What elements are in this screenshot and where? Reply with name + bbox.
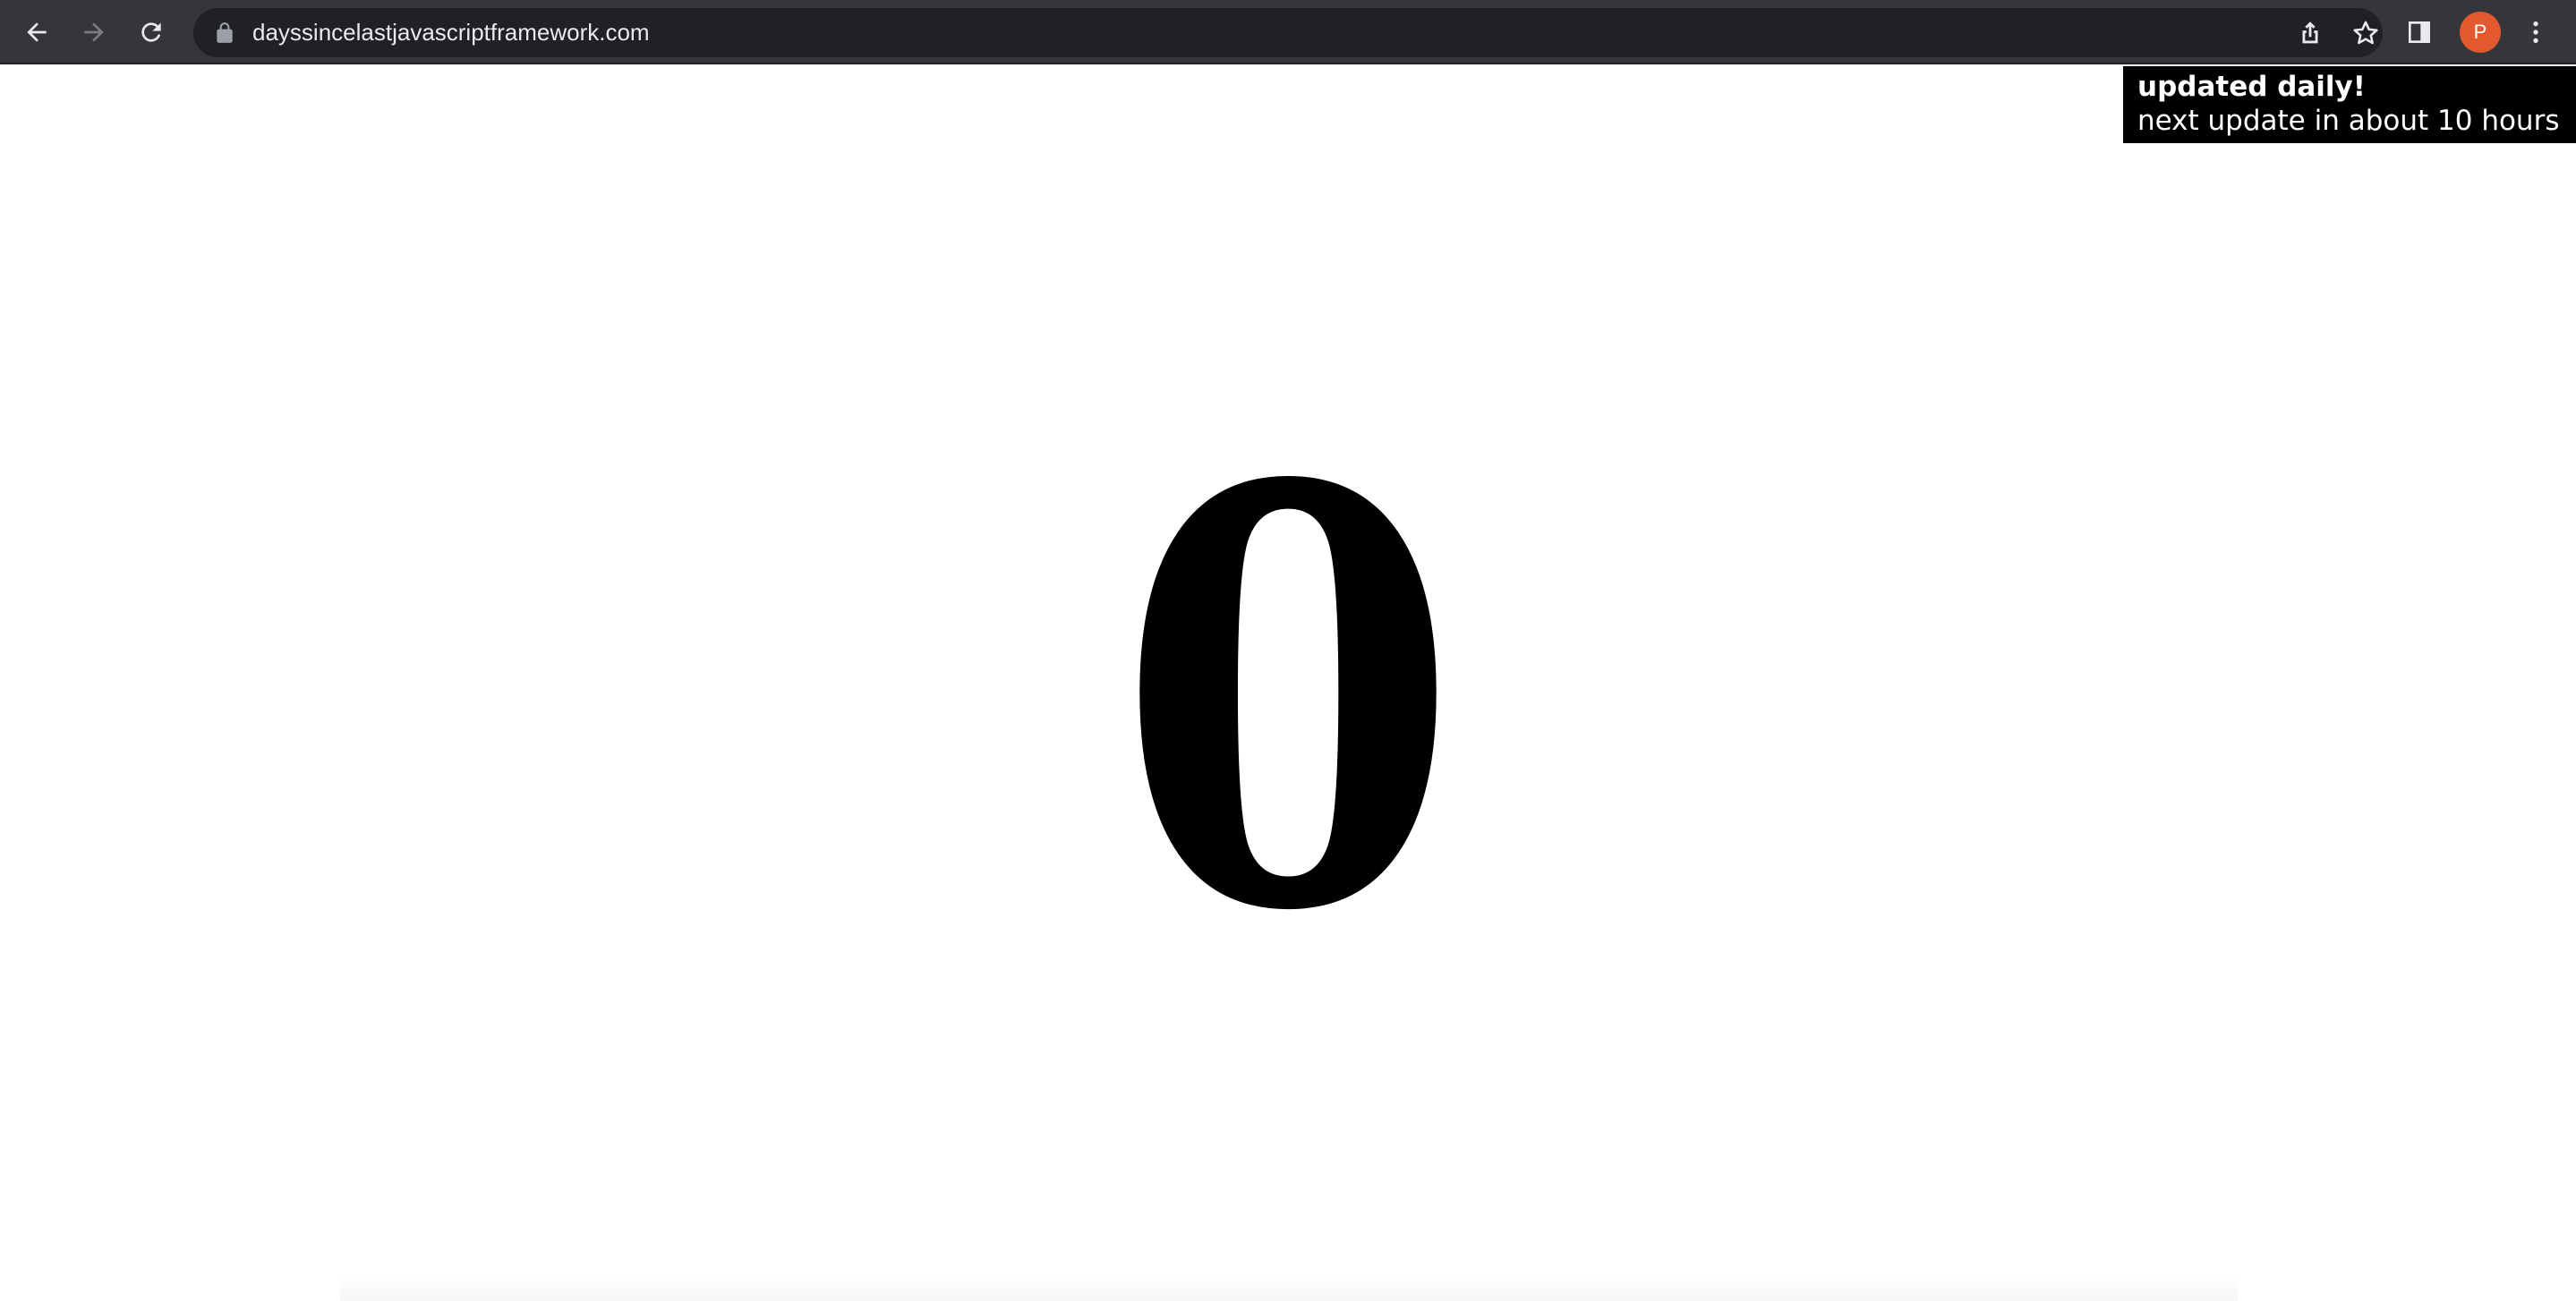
arrow-left-icon (27, 22, 47, 42)
side-panel-button[interactable] (2397, 10, 2442, 55)
notice-title: updated daily! (2137, 71, 2366, 103)
menu-button[interactable] (2513, 10, 2558, 55)
star-icon[interactable] (2350, 18, 2381, 48)
update-notice: updated daily! next update in about 10 h… (2123, 66, 2576, 143)
days-counter: 0 (1116, 363, 1460, 1036)
reload-button[interactable] (129, 10, 174, 55)
arrow-right-icon (84, 22, 104, 42)
back-button[interactable] (14, 10, 59, 55)
profile-avatar[interactable]: P (2460, 12, 2501, 53)
address-bar[interactable]: dayssincelastjavascriptframework.com (193, 8, 2383, 57)
bottom-shadow (340, 1274, 2238, 1301)
reload-icon (141, 22, 161, 42)
notice-subtitle: next update in about 10 hours (2137, 105, 2560, 137)
side-panel-icon (2409, 21, 2430, 43)
kebab-menu-icon (2533, 21, 2538, 43)
lock-icon[interactable] (213, 21, 236, 46)
forward-button[interactable] (72, 10, 116, 55)
share-icon[interactable] (2295, 18, 2325, 48)
browser-toolbar: dayssincelastjavascriptframework.com P (0, 0, 2576, 64)
url-text[interactable]: dayssincelastjavascriptframework.com (252, 8, 650, 57)
page-content: updated daily! next update in about 10 h… (0, 64, 2576, 1301)
